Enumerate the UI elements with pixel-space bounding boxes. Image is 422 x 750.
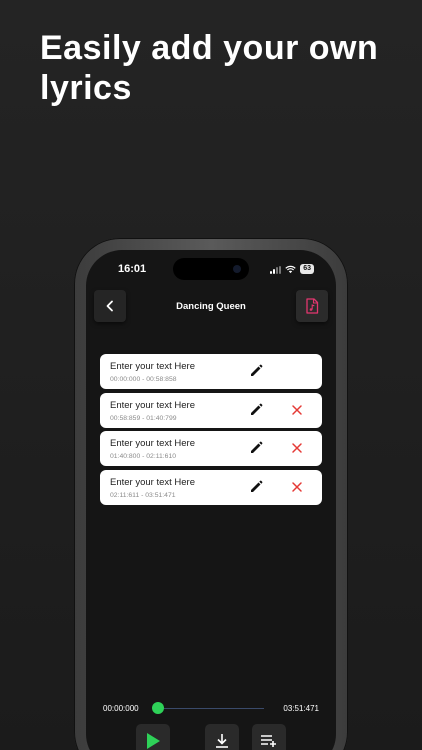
status-time: 16:01: [118, 263, 147, 275]
seek-bar[interactable]: [158, 708, 264, 709]
seek-thumb[interactable]: [152, 702, 164, 714]
download-icon: [216, 734, 228, 748]
headline: Easily add your own lyrics: [40, 29, 379, 107]
lyric-card[interactable]: Enter your text Here 02:11:611 - 03:51:4…: [100, 469, 322, 505]
lyric-card[interactable]: Enter your text Here 00:00:000 - 00:58:8…: [100, 354, 322, 389]
signal-icon: [270, 266, 282, 274]
close-icon[interactable]: [291, 442, 303, 454]
current-time: 00:00:000: [103, 704, 139, 713]
download-button[interactable]: [205, 724, 239, 750]
lyric-card[interactable]: Enter your text Here 00:58:859 - 01:40:7…: [100, 392, 322, 428]
total-time: 03:51:471: [283, 704, 319, 713]
wifi-icon: [285, 265, 296, 274]
close-icon[interactable]: [291, 404, 303, 416]
playlist-add-icon: [261, 735, 276, 747]
chevron-left-icon: [106, 300, 113, 312]
pencil-icon[interactable]: [249, 403, 263, 417]
status-icons: 63: [270, 264, 314, 274]
phone-screen: 16:01 63 Dancing Queen Enter your text H…: [86, 250, 336, 750]
lyric-text: Enter your text Here: [110, 438, 196, 449]
pencil-icon[interactable]: [249, 441, 263, 455]
dynamic-island: [173, 258, 249, 280]
lyric-time-range: 01:40:800 - 02:11:610: [110, 453, 177, 460]
lyric-time-range: 02:11:611 - 03:51:471: [110, 491, 176, 499]
music-file-button[interactable]: [296, 290, 328, 322]
pencil-icon[interactable]: [249, 364, 263, 378]
lyric-time-range: 00:58:859 - 01:40:799: [110, 414, 177, 422]
lyric-card[interactable]: Enter your text Here 01:40:800 - 02:11:6…: [100, 431, 322, 466]
lyric-list: Enter your text Here 00:00:000 - 00:58:8…: [100, 354, 322, 508]
close-icon[interactable]: [291, 481, 303, 493]
pencil-icon[interactable]: [249, 480, 263, 494]
play-button[interactable]: [136, 724, 170, 750]
music-file-icon: [306, 298, 319, 314]
song-title: Dancing Queen: [176, 301, 246, 312]
lyric-text: Enter your text Here: [110, 476, 196, 488]
add-lyric-button[interactable]: [252, 724, 286, 750]
lyric-text: Enter your text Here: [110, 399, 196, 411]
lyric-text: Enter your text Here: [110, 361, 196, 372]
lyric-time-range: 00:00:000 - 00:58:858: [110, 376, 177, 383]
back-button[interactable]: [94, 290, 126, 322]
battery-indicator: 63: [300, 264, 314, 274]
play-icon: [147, 733, 160, 749]
